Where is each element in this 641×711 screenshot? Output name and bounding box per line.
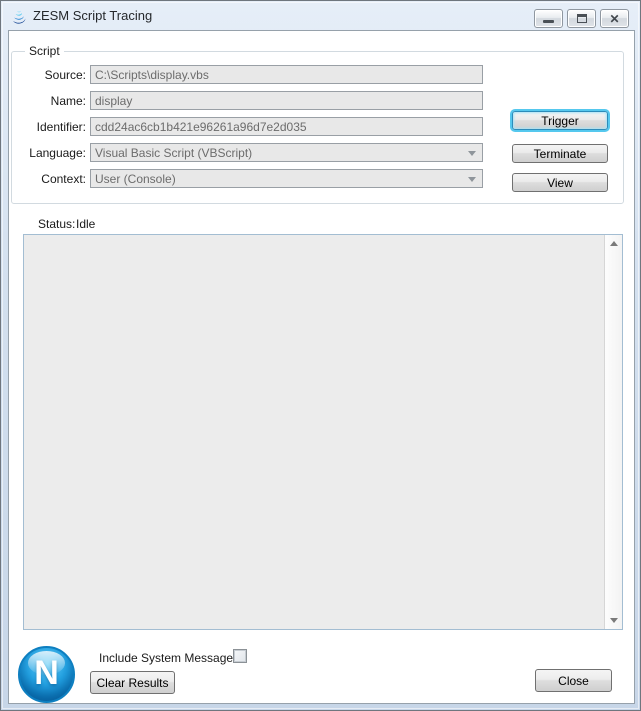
minimize-button[interactable]: [534, 9, 563, 28]
chevron-down-icon: [468, 151, 476, 156]
vertical-scrollbar[interactable]: [604, 235, 622, 629]
view-button[interactable]: View: [512, 173, 608, 192]
language-label: Language:: [29, 146, 86, 160]
window-title: ZESM Script Tracing: [33, 8, 153, 23]
language-dropdown[interactable]: Visual Basic Script (VBScript): [90, 143, 483, 162]
context-value: User (Console): [95, 172, 176, 186]
terminate-button[interactable]: Terminate: [512, 144, 608, 163]
minimize-icon: [543, 20, 554, 23]
arrow-down-icon: [610, 618, 618, 623]
name-label: Name:: [50, 94, 86, 108]
clear-results-button[interactable]: Clear Results: [90, 671, 175, 694]
include-system-messages-label: Include System Messages: [99, 651, 240, 665]
identifier-field[interactable]: [90, 117, 483, 136]
scroll-up-button[interactable]: [605, 235, 623, 252]
close-icon: ✕: [609, 11, 620, 26]
language-value: Visual Basic Script (VBScript): [95, 146, 253, 160]
arrow-up-icon: [610, 241, 618, 246]
name-field[interactable]: [90, 91, 483, 110]
identifier-label: Identifier:: [36, 120, 86, 134]
status-value: Idle: [76, 217, 96, 231]
logo-letter: N: [34, 654, 59, 692]
results-output-panel: [23, 234, 623, 630]
scroll-down-button[interactable]: [605, 612, 623, 629]
zenworks-app-icon: [13, 10, 26, 24]
context-label: Context:: [41, 172, 86, 186]
status-label: Status:: [38, 217, 76, 231]
close-button[interactable]: Close: [535, 669, 612, 692]
trigger-button[interactable]: Trigger: [512, 111, 608, 130]
novell-logo-icon: N: [18, 646, 75, 703]
include-system-messages-checkbox[interactable]: [233, 649, 247, 663]
groupbox-title: Script: [25, 44, 64, 58]
source-label: Source:: [44, 68, 86, 82]
context-dropdown[interactable]: User (Console): [90, 169, 483, 188]
source-field[interactable]: [90, 65, 483, 84]
window: ZESM Script Tracing ✕ Script Source: Nam…: [0, 0, 641, 711]
maximize-icon: [576, 14, 587, 23]
close-window-button[interactable]: ✕: [600, 9, 629, 28]
titlebar[interactable]: ZESM Script Tracing ✕: [1, 1, 640, 30]
client-area: Script Source: Name: Identifier: Languag…: [8, 30, 635, 704]
maximize-button[interactable]: [567, 9, 596, 28]
chevron-down-icon: [468, 177, 476, 182]
